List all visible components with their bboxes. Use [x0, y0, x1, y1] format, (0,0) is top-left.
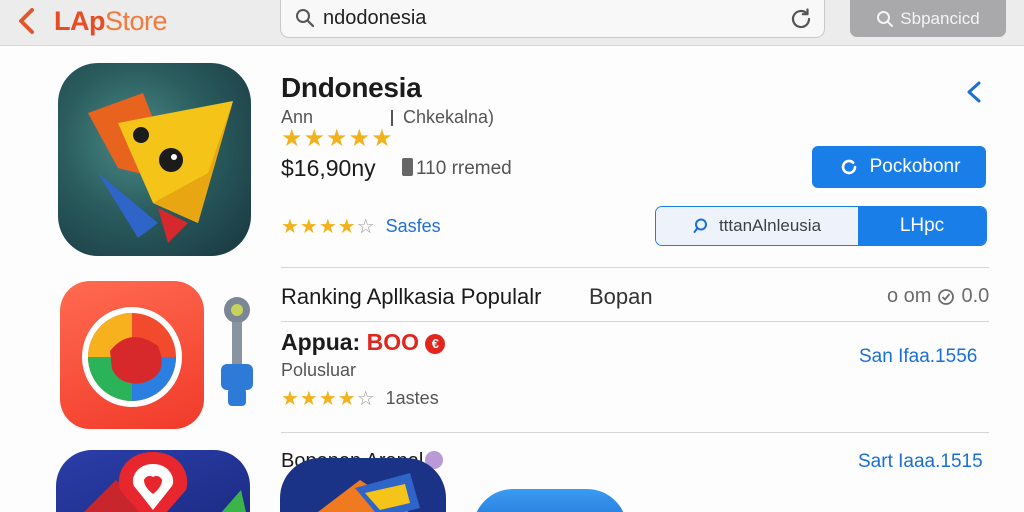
check-circle-icon [938, 288, 955, 305]
app-price: $16,90ny [281, 155, 376, 181]
search-input[interactable] [323, 5, 763, 31]
ranking-side-label[interactable]: Bopan [589, 284, 653, 310]
divider [281, 432, 989, 433]
app-rating-row: ★★★★☆ 1astes [281, 386, 439, 411]
segment-search[interactable]: tttanAlnleusia [656, 207, 858, 245]
app-name-prefix: Appua: [281, 329, 361, 355]
app-title: Dndonesia [281, 72, 422, 103]
brand-part2: Store [104, 6, 168, 36]
app-icon-3[interactable] [56, 450, 250, 512]
device-icon [402, 158, 413, 176]
search-button-icon [877, 10, 894, 27]
currency-badge: € [425, 334, 446, 354]
app-rating-label: 1astes [385, 388, 439, 408]
ranking-right[interactable]: o om 0.0 [887, 285, 989, 308]
refresh-icon [841, 159, 856, 175]
primary-action-label: Pockobonr [869, 156, 961, 177]
search-button[interactable]: Sbpancicd [850, 0, 1006, 37]
segmented-control: tttanAlnleusia LHpc [655, 206, 987, 246]
segment-left-label: tttanAlnleusia [718, 216, 822, 235]
back-arrow-icon[interactable] [14, 6, 40, 36]
segment-search-icon [693, 218, 707, 233]
reload-icon[interactable] [788, 6, 814, 32]
app-meta: 110 rremed [402, 158, 512, 180]
app-rating-stars: ★★★★☆ [281, 388, 376, 410]
featured-app-icon[interactable] [58, 63, 251, 256]
segment-right[interactable]: LHpc [858, 207, 986, 245]
popular-app-icon[interactable] [60, 281, 204, 429]
app-icon-5[interactable] [473, 489, 627, 512]
app-name-highlight: BOO [366, 329, 419, 355]
chevron-left-icon[interactable] [963, 77, 987, 107]
ranking-title: Ranking Apllkasia Populalr [281, 284, 542, 309]
third-item-link[interactable]: Sart Iaaa.1515 [858, 451, 983, 473]
primary-action-button[interactable]: Pockobonr [812, 146, 986, 188]
segment-right-label: LHpc [899, 215, 945, 236]
star-rating: ★★★★★ [281, 125, 394, 152]
divider [281, 321, 989, 322]
rating-stars: ★★★★☆ [281, 216, 376, 238]
app-link[interactable]: San Ifaa.1556 [859, 346, 977, 368]
app-subtitle: Polusluar [281, 360, 357, 380]
top-bar: LApStore Sbpancicd [0, 0, 1024, 46]
ranking-right-label: o om [887, 285, 932, 307]
search-icon [296, 9, 315, 28]
app-meta-text: 110 rremed [416, 158, 512, 179]
app-category: Chkekalna) [403, 107, 495, 127]
ranking-right-value: 0.0 [961, 285, 990, 307]
rating-label[interactable]: Sasfes [386, 216, 441, 237]
search-bar[interactable] [280, 0, 825, 38]
store-logo: LApStore [54, 6, 168, 37]
brand-part1: LAp [54, 6, 105, 36]
joystick-icon [217, 294, 257, 409]
rating-row: ★★★★☆ Sasfes [281, 214, 441, 239]
divider [281, 267, 989, 268]
search-button-label: Sbpancicd [900, 8, 980, 28]
app-name: Appua: BOO € [281, 329, 446, 356]
app-icon-4[interactable] [280, 458, 446, 512]
